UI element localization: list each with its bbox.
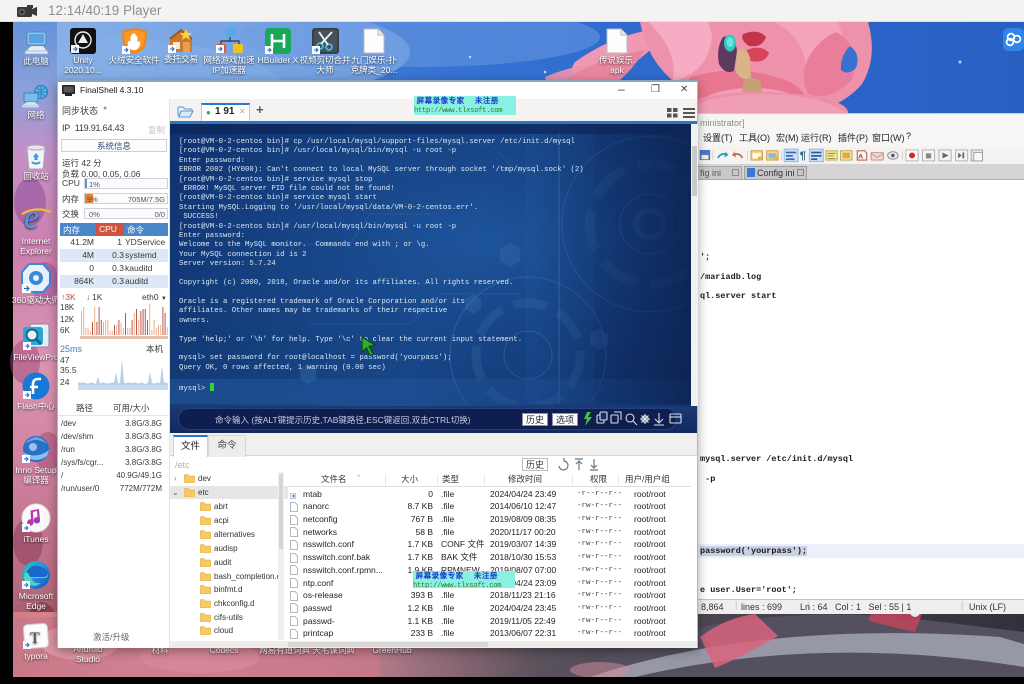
svg-text:T: T (30, 630, 40, 647)
svg-text:A: A (858, 153, 863, 160)
svg-text:¶: ¶ (800, 150, 806, 162)
svg-text:e: e (24, 200, 39, 235)
